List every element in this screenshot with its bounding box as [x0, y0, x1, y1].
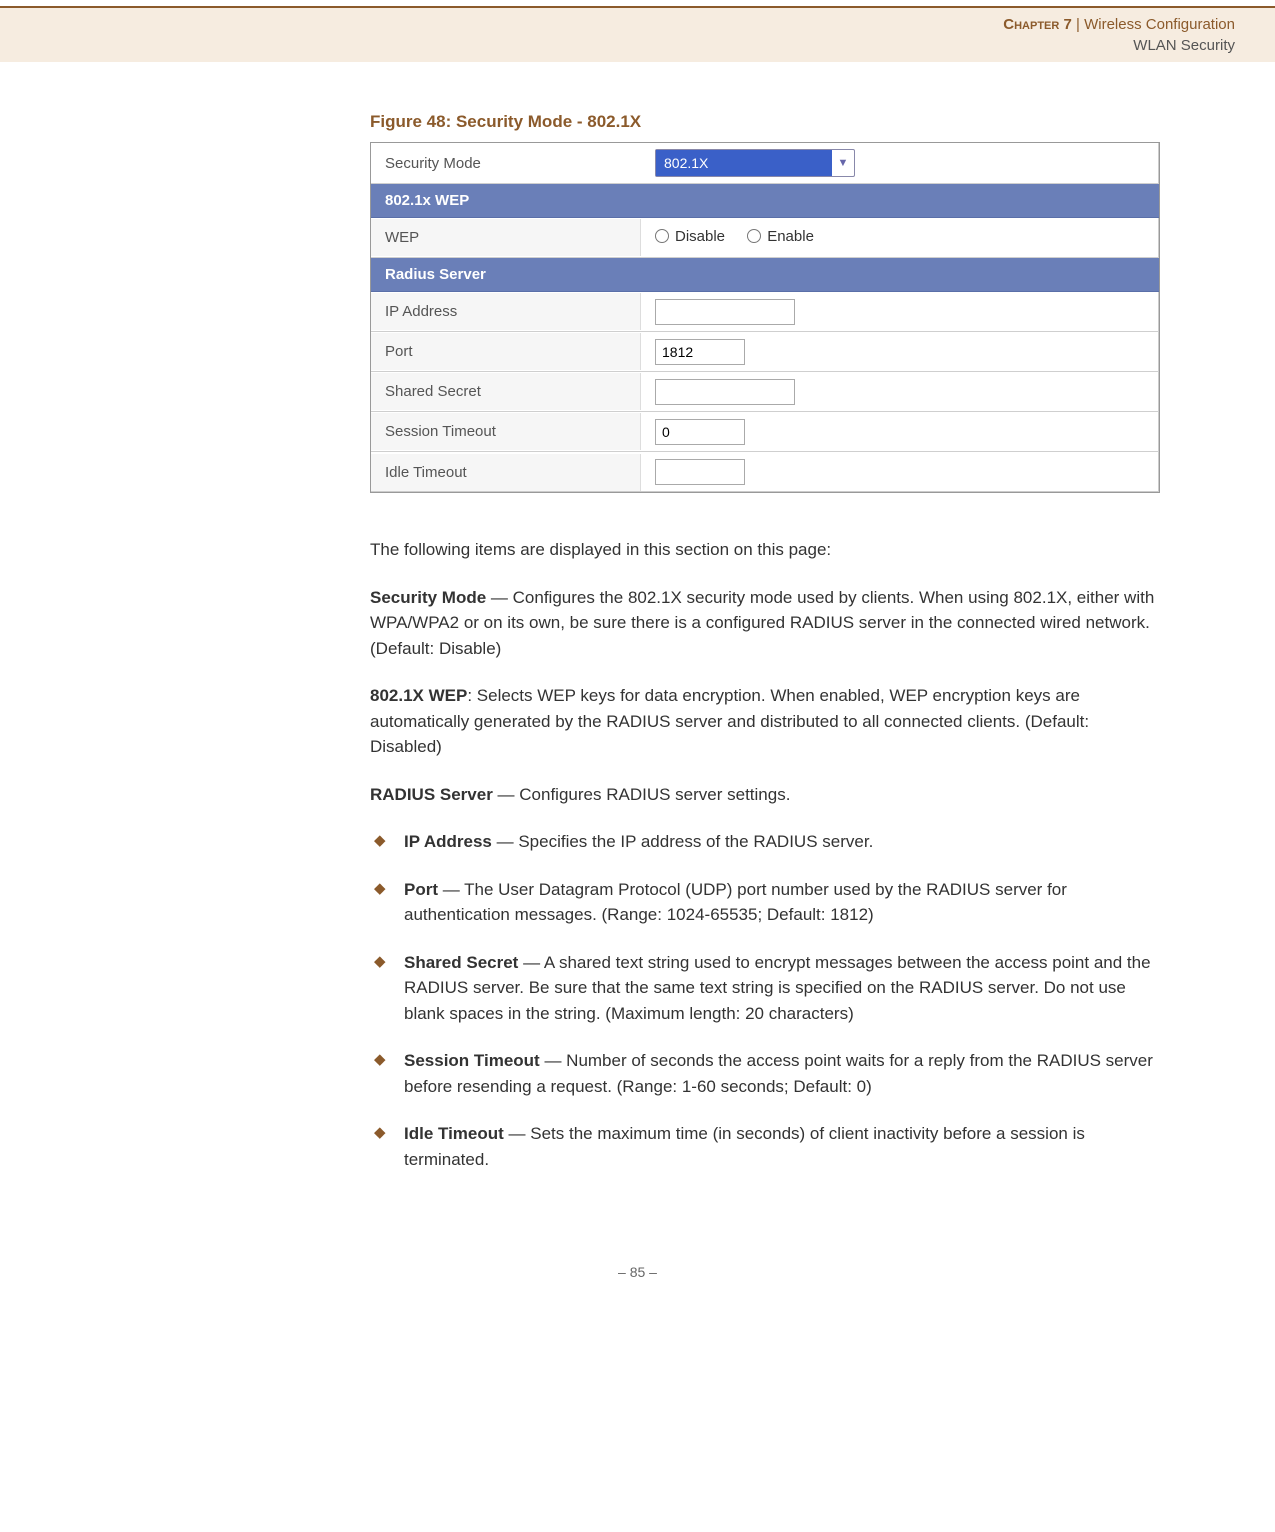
secret-input[interactable]: [655, 379, 795, 405]
body-text: The following items are displayed in thi…: [370, 537, 1165, 1172]
ip-label: IP Address: [371, 293, 641, 330]
figure-caption: Figure 48: Security Mode - 802.1X: [370, 112, 1165, 132]
section-radius: Radius Server: [371, 258, 1159, 292]
port-input[interactable]: [655, 339, 745, 365]
term-idle: Idle Timeout: [404, 1124, 504, 1143]
security-mode-field: 802.1X ▼: [641, 143, 1159, 183]
security-mode-value: 802.1X: [656, 150, 832, 176]
wep-disable-text: Disable: [675, 228, 725, 245]
idle-label: Idle Timeout: [371, 454, 641, 491]
list-item: IP Address — Specifies the IP address of…: [404, 829, 1165, 855]
header-sep: |: [1076, 16, 1080, 33]
wep-field: Disable Enable: [641, 222, 1159, 254]
term-security-mode: Security Mode: [370, 588, 486, 607]
radius-list: IP Address — Specifies the IP address of…: [370, 829, 1165, 1172]
desc-ip: — Specifies the IP address of the RADIUS…: [492, 832, 873, 851]
term-radius: RADIUS Server: [370, 785, 493, 804]
para-8021x-wep: 802.1X WEP: Selects WEP keys for data en…: [370, 683, 1165, 760]
page-content: Figure 48: Security Mode - 802.1X Securi…: [0, 62, 1275, 1234]
page-header: Chapter 7 | Wireless Configuration WLAN …: [0, 8, 1275, 62]
port-label: Port: [371, 333, 641, 370]
term-port: Port: [404, 880, 438, 899]
page-number: – 85 –: [0, 1234, 1275, 1300]
desc-radius: — Configures RADIUS server settings.: [493, 785, 791, 804]
wep-label: WEP: [371, 219, 641, 256]
term-session: Session Timeout: [404, 1051, 540, 1070]
chapter-label: Chapter 7: [1003, 16, 1072, 33]
row-ip: IP Address: [371, 292, 1159, 332]
radio-icon: [747, 229, 761, 243]
session-input[interactable]: [655, 419, 745, 445]
desc-security-mode: — Configures the 802.1X security mode us…: [370, 588, 1154, 658]
term-secret: Shared Secret: [404, 953, 518, 972]
secret-label: Shared Secret: [371, 373, 641, 410]
row-idle: Idle Timeout: [371, 452, 1159, 492]
section-8021x-wep: 802.1x WEP: [371, 184, 1159, 218]
header-sub: WLAN Security: [0, 35, 1235, 56]
ip-input[interactable]: [655, 299, 795, 325]
row-secret: Shared Secret: [371, 372, 1159, 412]
row-session: Session Timeout: [371, 412, 1159, 452]
para-security-mode: Security Mode — Configures the 802.1X se…: [370, 585, 1165, 662]
para-radius: RADIUS Server — Configures RADIUS server…: [370, 782, 1165, 808]
list-item: Idle Timeout — Sets the maximum time (in…: [404, 1121, 1165, 1172]
row-wep: WEP Disable Enable: [371, 218, 1159, 258]
config-panel: Security Mode 802.1X ▼ 802.1x WEP WEP Di…: [370, 142, 1160, 493]
idle-input[interactable]: [655, 459, 745, 485]
session-label: Session Timeout: [371, 413, 641, 450]
desc-port: — The User Datagram Protocol (UDP) port …: [404, 880, 1067, 925]
list-item: Shared Secret — A shared text string use…: [404, 950, 1165, 1027]
security-mode-label: Security Mode: [371, 145, 641, 182]
breadcrumb: Wireless Configuration: [1084, 16, 1235, 33]
row-security-mode: Security Mode 802.1X ▼: [371, 143, 1159, 184]
list-item: Session Timeout — Number of seconds the …: [404, 1048, 1165, 1099]
chevron-down-icon: ▼: [832, 157, 854, 169]
term-8021x-wep: 802.1X WEP: [370, 686, 467, 705]
row-port: Port: [371, 332, 1159, 372]
radio-icon: [655, 229, 669, 243]
security-mode-select[interactable]: 802.1X ▼: [655, 149, 855, 177]
wep-disable-radio[interactable]: Disable: [655, 228, 725, 245]
wep-enable-text: Enable: [767, 228, 814, 245]
desc-8021x-wep: : Selects WEP keys for data encryption. …: [370, 686, 1089, 756]
term-ip: IP Address: [404, 832, 492, 851]
intro-text: The following items are displayed in thi…: [370, 537, 1165, 563]
desc-idle: — Sets the maximum time (in seconds) of …: [404, 1124, 1085, 1169]
list-item: Port — The User Datagram Protocol (UDP) …: [404, 877, 1165, 928]
wep-enable-radio[interactable]: Enable: [747, 228, 814, 245]
